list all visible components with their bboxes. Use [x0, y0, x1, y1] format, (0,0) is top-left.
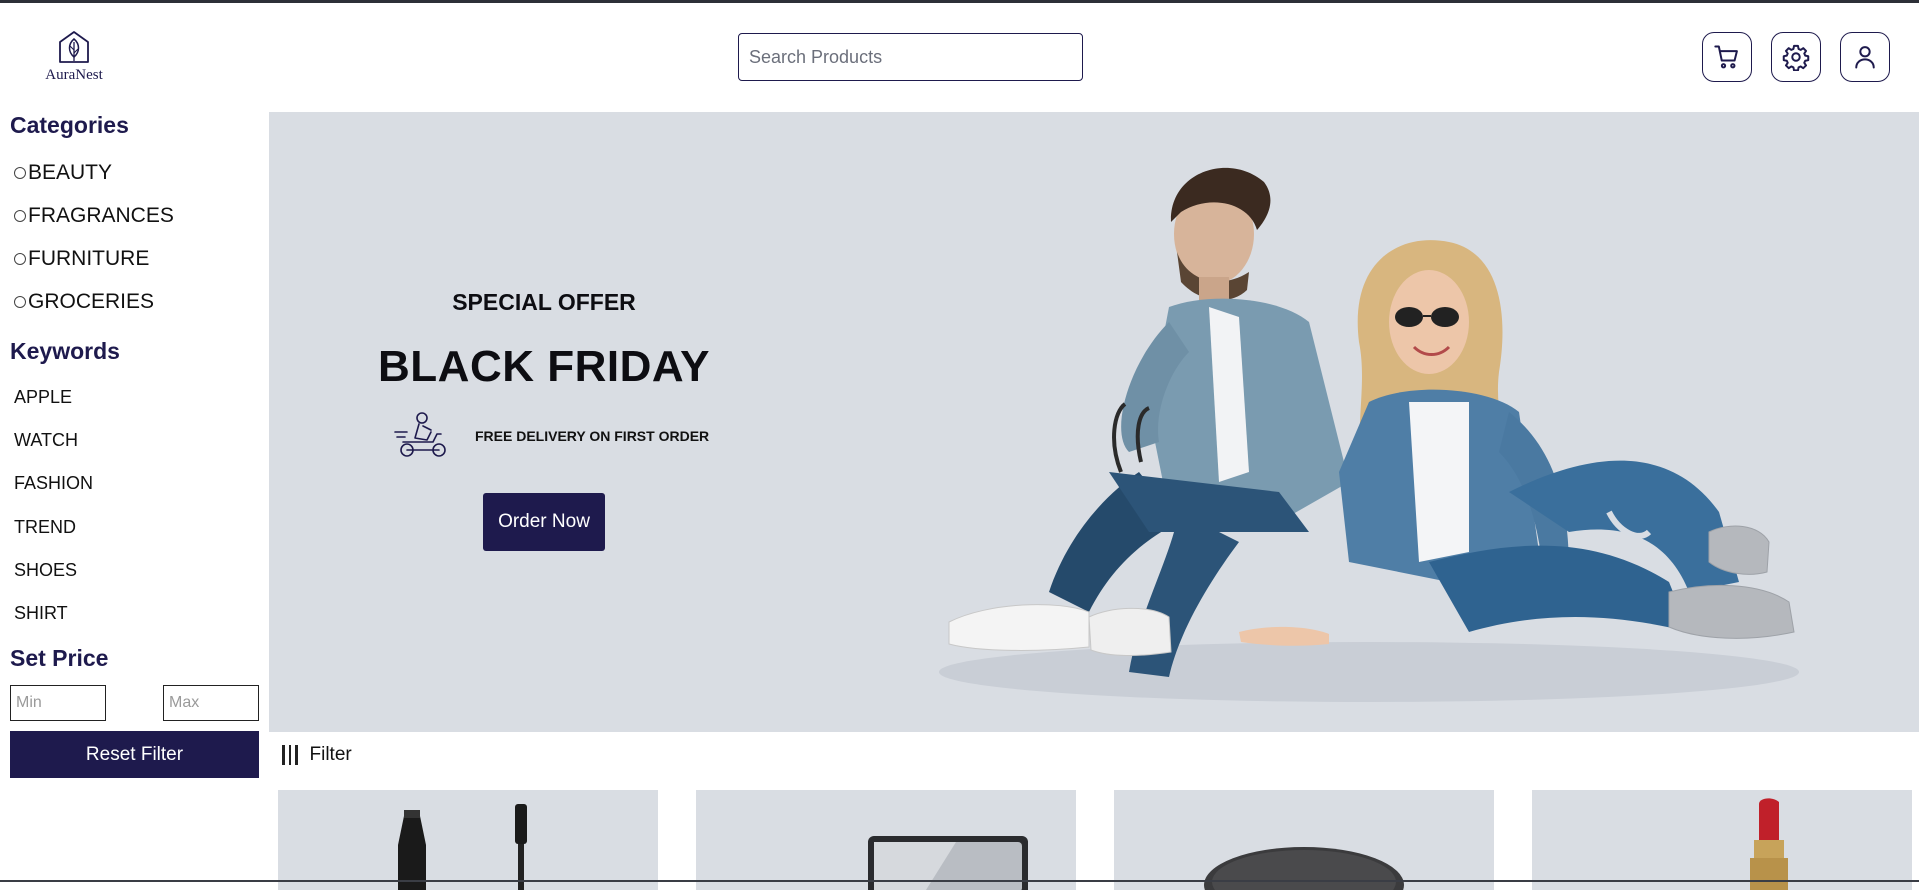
logo-text: AuraNest: [45, 67, 103, 83]
leaf-house-icon: [59, 31, 89, 63]
category-label: FRAGRANCES: [28, 204, 174, 227]
gear-icon: [1782, 44, 1810, 71]
filter-label: Filter: [309, 744, 352, 765]
set-price-heading: Set Price: [10, 645, 109, 671]
category-label: GROCERIES: [28, 290, 155, 313]
radio-button[interactable]: [14, 296, 26, 308]
product-card[interactable]: [278, 790, 658, 890]
keyword-shoes[interactable]: SHOES: [14, 560, 77, 581]
category-option-furniture[interactable]: FURNITURE: [14, 247, 149, 271]
settings-button[interactable]: [1771, 32, 1821, 82]
offer-title: BLACK FRIDAY: [378, 342, 710, 391]
account-button[interactable]: [1840, 32, 1890, 82]
min-price-input[interactable]: [10, 685, 106, 721]
delivery-text: FREE DELIVERY ON FIRST ORDER: [475, 428, 710, 444]
couple-denim-photo: [939, 167, 1799, 702]
radio-button[interactable]: [14, 210, 26, 222]
radio-button[interactable]: [14, 253, 26, 265]
product-card[interactable]: [1114, 790, 1494, 890]
filter-toggle[interactable]: Filter: [282, 744, 352, 766]
keyword-shirt[interactable]: SHIRT: [14, 603, 68, 624]
category-option-groceries[interactable]: GROCERIES: [14, 290, 154, 314]
man-figure: [948, 167, 1349, 677]
product-card[interactable]: [696, 790, 1076, 890]
mascara-product-image: [398, 804, 527, 890]
user-icon: [1855, 46, 1875, 69]
offer-eyebrow: SPECIAL OFFER: [452, 289, 636, 315]
max-price-input[interactable]: [163, 685, 259, 721]
scooter-delivery-icon: [394, 412, 446, 457]
category-option-beauty[interactable]: BEAUTY: [14, 161, 112, 185]
keyword-trend[interactable]: TREND: [14, 517, 76, 538]
lipstick-product-image: [1750, 798, 1788, 890]
radio-button[interactable]: [14, 167, 26, 179]
brand-logo[interactable]: AuraNest: [34, 30, 114, 84]
search-input[interactable]: [738, 33, 1083, 81]
top-border: [0, 0, 1919, 3]
mirror-compact-product-image: [868, 836, 1028, 890]
keyword-fashion[interactable]: FASHION: [14, 473, 93, 494]
reset-filter-button[interactable]: Reset Filter: [10, 731, 259, 778]
powder-jar-product-image: [1204, 847, 1404, 890]
product-card[interactable]: [1532, 790, 1912, 890]
hero-banner: SPECIAL OFFER BLACK FRIDAY FREE DELIVERY…: [269, 112, 1919, 732]
keywords-heading: Keywords: [10, 338, 120, 364]
cart-icon: [1714, 45, 1738, 69]
category-option-fragrances[interactable]: FRAGRANCES: [14, 204, 174, 228]
category-label: FURNITURE: [28, 247, 150, 270]
delivery-note: FREE DELIVERY ON FIRST ORDER: [393, 410, 709, 462]
filter-bars-icon: [282, 745, 298, 765]
category-label: BEAUTY: [28, 161, 113, 184]
order-now-button[interactable]: Order Now: [483, 493, 605, 551]
keyword-apple[interactable]: APPLE: [14, 387, 72, 408]
categories-heading: Categories: [10, 112, 129, 138]
keyword-watch[interactable]: WATCH: [14, 430, 78, 451]
cart-button[interactable]: [1702, 32, 1752, 82]
